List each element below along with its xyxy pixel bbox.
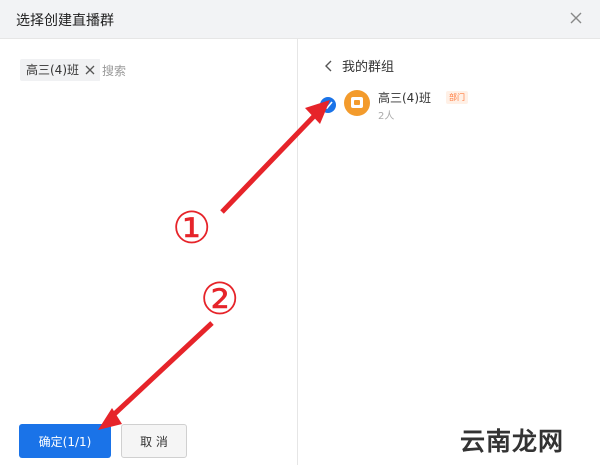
annotation-marker-1: ① [172,203,212,254]
selected-panel: 高三(4)班 确定(1/1) 取 消 [0,39,297,465]
watermark: 云南龙网 [460,427,565,456]
back-to-my-groups[interactable]: 我的群组 [324,56,394,75]
group-panel: 我的群组 高三(4)班 部门 2人 [298,39,600,465]
group-checkbox[interactable] [320,97,336,113]
chevron-left-icon [325,60,332,71]
back-label: 我的群组 [342,60,395,75]
close-button[interactable] [566,8,586,28]
selected-tag: 高三(4)班 [20,59,101,81]
group-name: 高三(4)班 [378,91,431,105]
check-icon [323,101,333,109]
close-icon [570,12,582,24]
selected-tag-label: 高三(4)班 [26,63,79,77]
group-member-count: 2人 [378,111,395,122]
dialog-header: 选择创建直播群 [0,0,600,39]
annotation-marker-2: ② [200,274,240,325]
confirm-button[interactable]: 确定(1/1) [19,424,111,458]
group-badge: 部门 [446,91,468,104]
search-input[interactable] [100,59,274,83]
dialog-title: 选择创建直播群 [16,13,114,29]
cancel-button[interactable]: 取 消 [121,424,187,458]
group-row[interactable]: 高三(4)班 部门 2人 [318,87,578,127]
remove-tag-icon[interactable] [85,65,95,75]
group-avatar [344,90,370,116]
